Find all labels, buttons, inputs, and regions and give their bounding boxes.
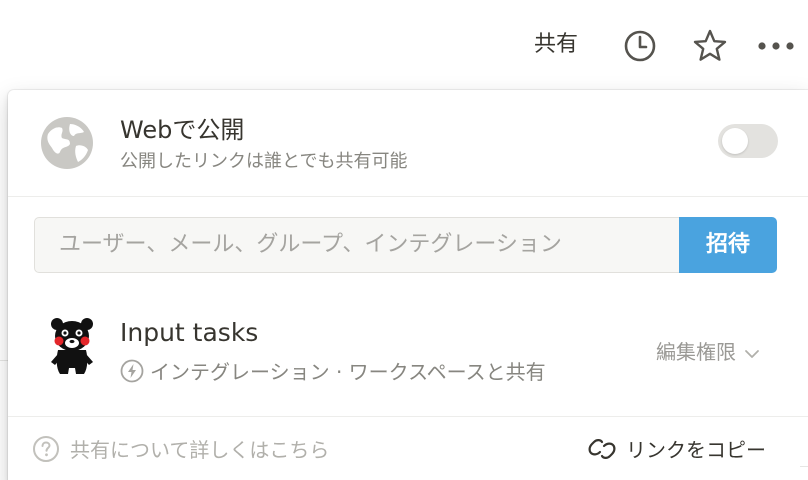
bolt-icon	[120, 359, 144, 383]
invite-button[interactable]: 招待	[679, 217, 777, 273]
star-icon[interactable]	[690, 26, 730, 66]
share-panel: Webで公開 公開したリンクは誰とでも共有可能 ユーザー、メール、グループ、イン…	[8, 90, 808, 480]
learn-more-text: 共有について詳しくはこちら	[70, 438, 330, 462]
publish-title: Webで公開	[120, 116, 245, 144]
topbar: 共有	[0, 0, 808, 90]
member-name: Input tasks	[120, 318, 259, 347]
background-divider	[800, 466, 808, 467]
avatar	[48, 316, 96, 378]
clock-icon[interactable]	[620, 26, 660, 66]
invite-input[interactable]: ユーザー、メール、グループ、インテグレーション	[34, 217, 682, 273]
permission-dropdown[interactable]: 編集権限	[656, 336, 760, 365]
publish-toggle[interactable]	[718, 124, 778, 158]
copy-link-button[interactable]: リンクをコピー	[586, 434, 766, 463]
permission-label: 編集権限	[656, 340, 736, 364]
publish-to-web-row[interactable]: Webで公開 公開したリンクは誰とでも共有可能	[8, 90, 808, 196]
divider	[8, 196, 808, 197]
globe-icon	[40, 116, 94, 170]
copy-link-text: リンクをコピー	[626, 438, 766, 462]
chevron-down-icon	[744, 343, 760, 359]
divider	[8, 416, 808, 417]
learn-more-link[interactable]: 共有について詳しくはこちら	[32, 434, 329, 463]
more-icon[interactable]	[756, 26, 796, 66]
link-icon	[586, 435, 618, 463]
background-divider	[0, 360, 8, 361]
publish-description: 公開したリンクは誰とでも共有可能	[120, 151, 408, 172]
toggle-knob	[722, 128, 748, 154]
share-button[interactable]: 共有	[534, 28, 590, 62]
member-subtitle: インテグレーション · ワークスペースと共有	[120, 356, 546, 385]
member-subtitle-text: インテグレーション · ワークスペースと共有	[150, 360, 546, 384]
help-icon	[32, 435, 60, 463]
